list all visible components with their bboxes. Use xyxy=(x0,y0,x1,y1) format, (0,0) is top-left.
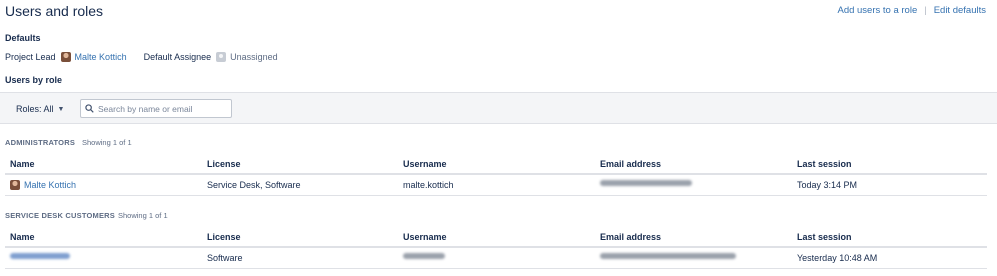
search-input[interactable] xyxy=(98,103,228,114)
roles-filter-label: Roles: All xyxy=(16,104,54,114)
username-cell-redacted xyxy=(403,253,445,259)
search-field[interactable] xyxy=(80,99,232,118)
header-actions: Add users to a role | Edit defaults xyxy=(837,5,986,16)
username-cell: malte.kottich xyxy=(403,180,454,190)
column-header-name[interactable]: Name xyxy=(10,159,35,169)
filter-toolbar: Roles: All ▼ xyxy=(0,92,997,124)
column-header-last-session[interactable]: Last session xyxy=(797,159,852,169)
defaults-row: Project Lead Malte Kottich Default Assig… xyxy=(5,51,278,63)
user-avatar xyxy=(10,180,20,190)
table-row: Malte Kottich Service Desk, Software mal… xyxy=(5,175,987,196)
project-lead-avatar xyxy=(60,52,71,62)
defaults-heading: Defaults xyxy=(5,33,41,43)
column-header-email[interactable]: Email address xyxy=(600,159,661,169)
table-header-row: Name License Username Email address Last… xyxy=(5,154,987,175)
license-cell: Service Desk, Software xyxy=(207,180,301,190)
project-lead-link[interactable]: Malte Kottich xyxy=(75,52,127,62)
column-header-username[interactable]: Username xyxy=(403,232,447,242)
email-cell-redacted xyxy=(600,180,692,186)
project-lead-label: Project Lead xyxy=(5,52,56,62)
roles-filter-dropdown[interactable]: Roles: All ▼ xyxy=(16,101,64,117)
column-header-last-session[interactable]: Last session xyxy=(797,232,852,242)
column-header-email[interactable]: Email address xyxy=(600,232,661,242)
edit-defaults-link[interactable]: Edit defaults xyxy=(934,5,986,16)
last-session-cell: Yesterday 10:48 AM xyxy=(797,253,878,263)
default-assignee-label: Default Assignee xyxy=(143,52,212,62)
page-title: Users and roles xyxy=(5,3,104,19)
last-session-cell: Today 3:14 PM xyxy=(797,180,858,190)
unassigned-avatar-icon xyxy=(216,52,227,62)
group-title-service-desk-customers: Service Desk Customers xyxy=(5,211,115,220)
link-separator: | xyxy=(924,5,927,16)
users-by-role-heading: Users by role xyxy=(5,75,63,85)
column-header-license[interactable]: License xyxy=(207,159,241,169)
column-header-name[interactable]: Name xyxy=(10,232,35,242)
administrators-table: Name License Username Email address Last… xyxy=(5,154,987,196)
user-name-cell-redacted[interactable] xyxy=(10,253,70,259)
group-count-service-desk-customers: Showing 1 of 1 xyxy=(118,211,168,220)
license-cell: Software xyxy=(207,253,243,263)
user-name-link[interactable]: Malte Kottich xyxy=(24,180,76,190)
column-header-username[interactable]: Username xyxy=(403,159,447,169)
table-row: Software Yesterday 10:48 AM xyxy=(5,248,987,269)
service-desk-customers-table: Name License Username Email address Last… xyxy=(5,227,987,269)
add-users-to-role-link[interactable]: Add users to a role xyxy=(837,5,917,16)
chevron-down-icon: ▼ xyxy=(57,105,65,113)
group-title-administrators: Administrators xyxy=(5,138,76,147)
group-count-administrators: Showing 1 of 1 xyxy=(82,138,132,147)
column-header-license[interactable]: License xyxy=(207,232,241,242)
table-header-row: Name License Username Email address Last… xyxy=(5,227,987,248)
search-icon xyxy=(85,104,94,113)
user-name-cell: Malte Kottich xyxy=(10,180,76,190)
email-cell-redacted xyxy=(600,253,736,259)
default-assignee-value: Unassigned xyxy=(230,52,278,62)
